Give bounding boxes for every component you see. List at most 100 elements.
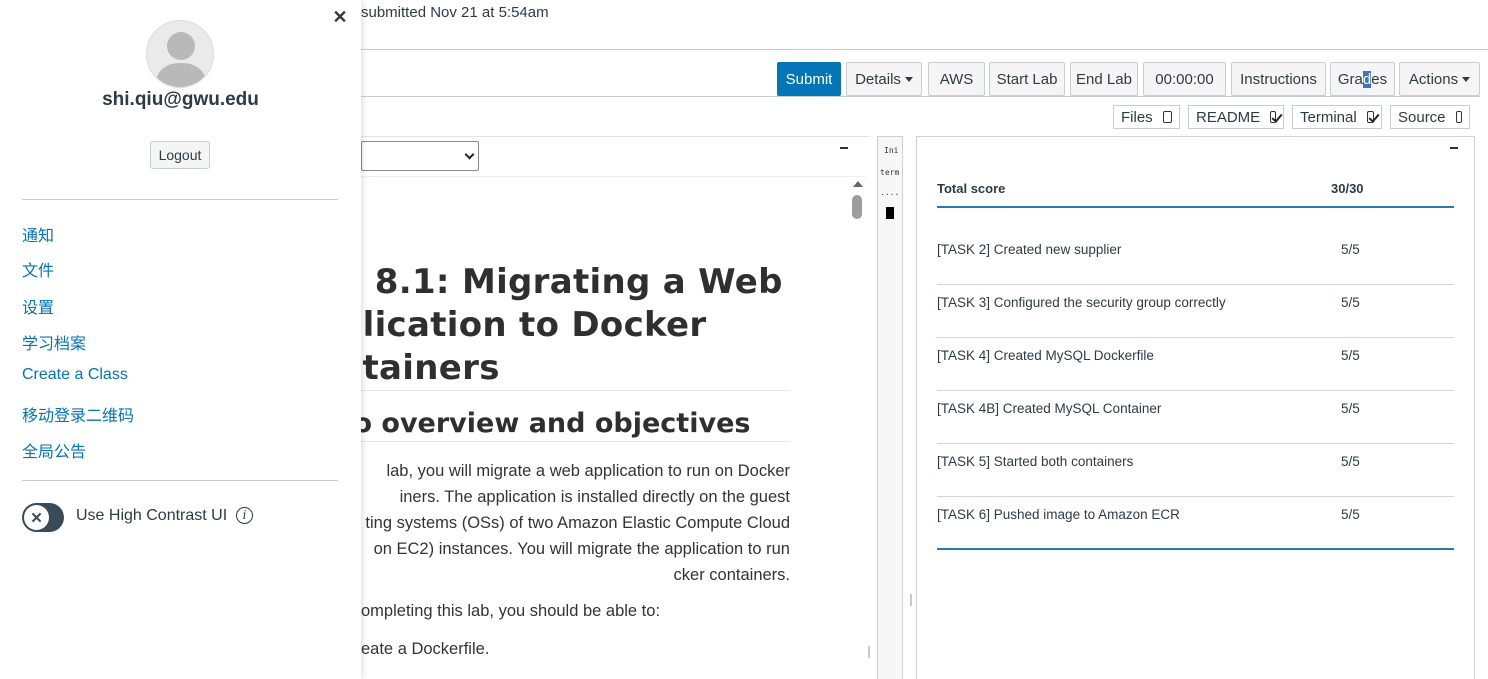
caret-down-icon (1462, 76, 1471, 82)
start-lab-button[interactable]: Start Lab (989, 62, 1065, 96)
tray-divider (22, 199, 338, 200)
readme-checkbox[interactable] (1270, 111, 1276, 123)
toolbar-divider (361, 96, 1480, 97)
logout-button[interactable]: Logout (150, 141, 210, 169)
tray-link-notifications[interactable]: 通知 (22, 222, 54, 246)
grade-row-score: 5/5 (1341, 454, 1360, 469)
grades-button[interactable]: Gra d es (1330, 62, 1395, 96)
grade-row-name: [TASK 4B] Created MySQL Container (937, 401, 1162, 416)
user-email: shi.qiu@gwu.edu (102, 89, 259, 110)
terminal-resize-handle[interactable] (910, 594, 912, 606)
grade-row-divider (937, 284, 1454, 285)
terminal-line: Ini (884, 146, 899, 155)
grade-row-score: 5/5 (1341, 348, 1360, 363)
grade-row-score: 5/5 (1341, 242, 1360, 257)
grade-row-name: [TASK 2] Created new supplier (937, 242, 1122, 257)
grade-row-name: [TASK 6] Pushed image to Amazon ECR (937, 507, 1180, 522)
tray-link-settings[interactable]: 设置 (22, 294, 54, 318)
readme-toggle-label: README (1196, 108, 1261, 126)
x-icon: ✕ (24, 505, 49, 530)
readme-minimize-icon[interactable] (840, 147, 848, 149)
tray-divider (22, 480, 338, 481)
files-checkbox[interactable] (1162, 111, 1172, 123)
grades-footer-rule (937, 548, 1454, 550)
files-toggle-label: Files (1121, 108, 1153, 126)
header-divider (361, 49, 1488, 50)
section-heading: o overview and objectives (353, 408, 751, 439)
grade-row-divider (937, 443, 1454, 444)
grade-row-name: [TASK 3] Configured the security group c… (937, 295, 1226, 310)
grade-row-divider (937, 390, 1454, 391)
source-toggle[interactable]: Source (1390, 105, 1470, 129)
readme-header-divider (361, 176, 866, 177)
tray-link-announcements[interactable]: 全局公告 (22, 438, 86, 462)
readme-scrollbar-thumb[interactable] (852, 195, 862, 219)
intro-line: lab, you will migrate a web application … (386, 462, 790, 480)
submit-button[interactable]: Submit (777, 62, 841, 96)
details-label: Details (855, 70, 901, 88)
actions-label: Actions (1408, 70, 1459, 88)
intro-line: cker containers. (673, 566, 790, 584)
close-icon[interactable]: ✕ (329, 6, 351, 28)
scroll-up-arrow-icon[interactable] (853, 181, 863, 187)
intro-line: iners. The application is installed dire… (399, 488, 790, 506)
terminal-cursor (886, 207, 894, 219)
caret-down-icon (904, 76, 913, 82)
grade-row-name: [TASK 5] Started both containers (937, 454, 1134, 469)
account-tray: ✕ shi.qiu@gwu.edu Logout 通知 文件 设置 学习档案 C… (0, 0, 361, 679)
total-score-label: Total score (937, 181, 1006, 196)
intro-line: ting systems (OSs) of two Amazon Elastic… (365, 514, 790, 532)
tray-link-create-class[interactable]: Create a Class (22, 366, 128, 384)
objectives-intro: ompleting this lab, you should be able t… (361, 602, 661, 620)
grades-header-rule (937, 206, 1454, 208)
tray-link-eportfolio[interactable]: 学习档案 (22, 330, 86, 354)
source-toggle-label: Source (1398, 108, 1446, 126)
grade-row-score: 5/5 (1341, 401, 1360, 416)
submission-status: submitted Nov 21 at 5:54am (361, 4, 549, 21)
aws-button[interactable]: AWS (928, 62, 985, 96)
user-silhouette-icon (155, 32, 207, 87)
grade-row-divider (937, 496, 1454, 497)
readme-toggle[interactable]: README (1188, 105, 1284, 129)
grade-row-score: 5/5 (1341, 295, 1360, 310)
actions-button[interactable]: Actions (1399, 62, 1480, 96)
readme-language-select[interactable] (361, 141, 479, 171)
avatar (146, 20, 214, 88)
grade-row-divider (937, 337, 1454, 338)
terminal-line: term (880, 168, 900, 177)
section-heading-text: overview and objectives (381, 408, 751, 439)
intro-paragraph: lab, you will migrate a web application … (300, 458, 790, 588)
high-contrast-label: Use High Contrast UI (76, 507, 228, 524)
section-underline (361, 441, 790, 442)
grades-label-selected: d (1362, 70, 1372, 88)
readme-resize-handle[interactable] (868, 646, 870, 658)
lab-timer: 00:00:00 (1143, 62, 1226, 96)
instructions-button[interactable]: Instructions (1231, 62, 1326, 96)
grades-minimize-icon[interactable] (1450, 147, 1458, 149)
high-contrast-toggle[interactable]: ✕ (22, 503, 64, 532)
chevron-down-icon (464, 149, 475, 160)
terminal-checkbox[interactable] (1366, 111, 1374, 123)
intro-line: on EC2) instances. You will migrate the … (373, 540, 790, 558)
source-checkbox[interactable] (1455, 111, 1462, 123)
terminal-panel[interactable]: Ini term .... (877, 136, 903, 679)
grades-label-a: Gra (1337, 70, 1363, 88)
grades-label-b: es (1371, 70, 1388, 88)
details-button[interactable]: Details (846, 62, 922, 96)
end-lab-button[interactable]: End Lab (1070, 62, 1138, 96)
title-underline (361, 390, 790, 391)
tray-link-files[interactable]: 文件 (22, 257, 54, 281)
grade-row-score: 5/5 (1341, 507, 1360, 522)
terminal-line: .... (880, 188, 900, 197)
lab-title-line-2: plication to Docker (338, 305, 707, 345)
total-score-value: 30/30 (1331, 181, 1364, 196)
terminal-toggle[interactable]: Terminal (1292, 105, 1382, 129)
lab-title-line-1: b 8.1: Migrating a Web (338, 262, 783, 302)
lab-title-line-3: ntainers (338, 348, 500, 388)
info-icon[interactable]: i (236, 507, 253, 524)
grade-row-name: [TASK 4] Created MySQL Dockerfile (937, 348, 1154, 363)
objective-item: eate a Dockerfile. (361, 640, 490, 658)
files-toggle[interactable]: Files (1113, 105, 1180, 129)
tray-link-mobile-qr[interactable]: 移动登录二维码 (22, 402, 134, 426)
terminal-toggle-label: Terminal (1300, 108, 1357, 126)
